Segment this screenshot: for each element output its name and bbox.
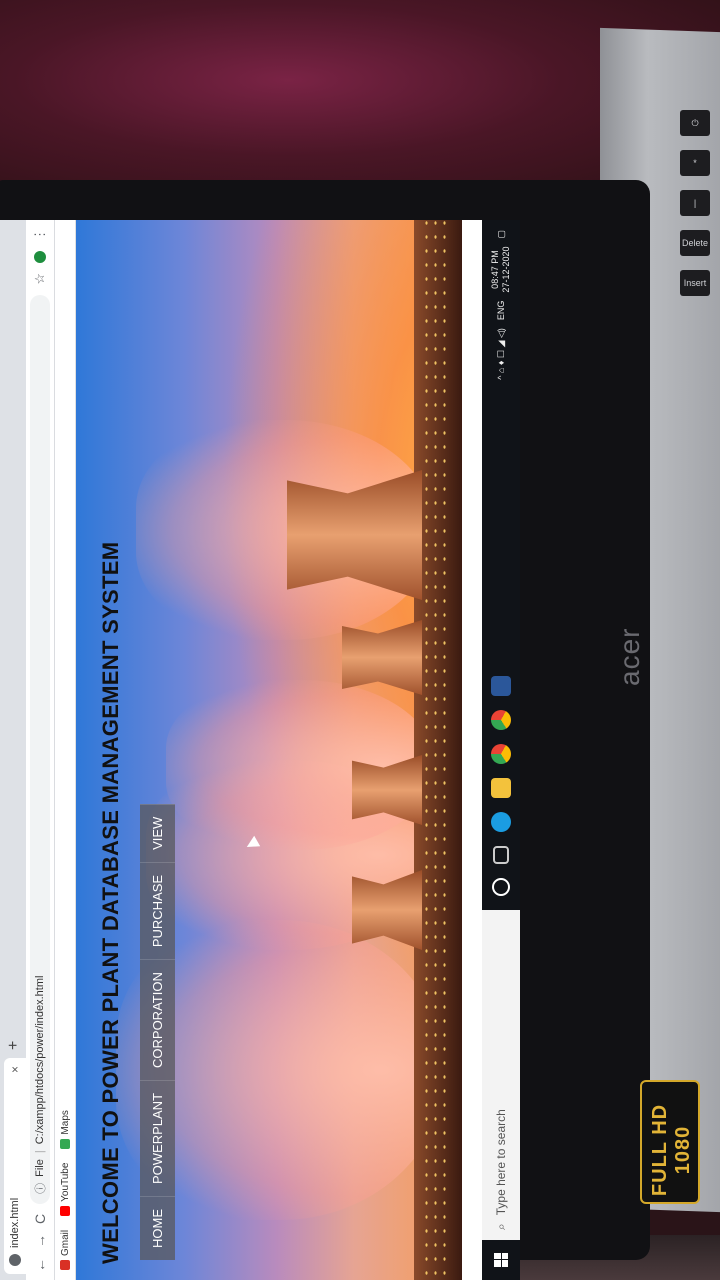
file-explorer-icon[interactable]: [491, 778, 511, 798]
language-indicator[interactable]: ENG: [496, 301, 506, 321]
nav-purchase[interactable]: PURCHASE: [140, 861, 175, 960]
page-content: WELCOME TO POWER PLANT DATABASE MANAGEME…: [76, 220, 462, 1280]
delete-key[interactable]: Delete: [680, 230, 710, 256]
edge-icon[interactable]: [491, 812, 511, 832]
city-lights: [422, 220, 452, 1280]
bookmark-maps[interactable]: Maps: [59, 1110, 71, 1149]
nav-powerplant[interactable]: POWERPLANT: [140, 1079, 175, 1196]
pinned-apps: [491, 676, 511, 910]
tab-strip: index.html × +: [0, 220, 26, 1280]
browser-menu-icon[interactable]: ⋮: [32, 228, 48, 241]
clock-time: 08:47 PM: [490, 250, 500, 289]
cooling-tower: [342, 620, 422, 695]
cortana-icon[interactable]: [492, 878, 510, 896]
nav-view[interactable]: VIEW: [140, 803, 175, 862]
word-icon[interactable]: [491, 676, 511, 696]
bookmark-gmail[interactable]: Gmail: [60, 1230, 71, 1270]
bookmark-label: Gmail: [59, 1229, 71, 1256]
clock-date: 27-12-2020: [501, 246, 511, 293]
brand-logo: acer: [614, 627, 645, 686]
new-tab-button[interactable]: +: [5, 1041, 26, 1050]
windows-taskbar: ⌕ Type here to search ^ ⌂ ♦ ☐ ◢ ◁) ENG 0…: [482, 220, 520, 1280]
address-scheme: File: [34, 1159, 46, 1177]
gmail-icon: [60, 1260, 70, 1270]
info-icon: ⓘ: [35, 1182, 47, 1194]
extension-icon[interactable]: [34, 251, 46, 263]
full-hd-badge: FULL HD 1080: [640, 1080, 700, 1204]
full-hd-badge-text: FULL HD 1080: [649, 1103, 694, 1197]
site-nav: HOME POWERPLANT CORPORATION PURCHASE VIE…: [140, 803, 175, 1260]
system-tray: ^ ⌂ ♦ ☐ ◢ ◁) ENG 08:47 PM 27-12-2020 ▢: [490, 220, 512, 380]
start-button[interactable]: [482, 1240, 520, 1280]
tray-icons[interactable]: ^ ⌂ ♦ ☐ ◢ ◁): [496, 328, 507, 380]
browser-toolbar: ← → C ⓘ File | C:/xampp/htdocs/power/ind…: [26, 220, 55, 1280]
globe-icon: [9, 1254, 21, 1266]
bookmark-label: Maps: [59, 1110, 71, 1135]
address-url: C:/xampp/htdocs/power/index.html: [34, 975, 46, 1145]
clock[interactable]: 08:47 PM 27-12-2020: [490, 247, 512, 293]
asterisk-key[interactable]: *: [680, 150, 710, 176]
close-tab-icon[interactable]: ×: [8, 1066, 22, 1073]
bookmark-star-icon[interactable]: ☆: [32, 273, 48, 285]
browser-tab[interactable]: index.html ×: [4, 1058, 26, 1274]
insert-key[interactable]: Insert: [680, 270, 710, 296]
bookmark-youtube[interactable]: YouTube: [60, 1163, 71, 1216]
notifications-icon[interactable]: ▢: [496, 230, 507, 239]
forward-icon[interactable]: →: [32, 1234, 48, 1248]
bookmark-label: YouTube: [59, 1162, 71, 1202]
power-key[interactable]: ⏻: [680, 110, 710, 136]
nav-corporation[interactable]: CORPORATION: [140, 959, 175, 1080]
reload-icon[interactable]: C: [32, 1214, 48, 1224]
windows-logo-icon: [494, 1253, 508, 1267]
chrome-icon[interactable]: [491, 710, 511, 730]
address-bar[interactable]: ⓘ File | C:/xampp/htdocs/power/index.htm…: [30, 294, 50, 1204]
task-view-icon[interactable]: [493, 846, 509, 864]
search-icon: ⌕: [493, 1223, 508, 1230]
pipe-key[interactable]: |: [680, 190, 710, 216]
back-icon[interactable]: ←: [32, 1258, 48, 1272]
nav-home[interactable]: HOME: [140, 1196, 175, 1260]
taskbar-search[interactable]: ⌕ Type here to search: [482, 910, 520, 1240]
page-title: WELCOME TO POWER PLANT DATABASE MANAGEME…: [98, 541, 123, 1264]
address-separator: |: [34, 1150, 46, 1154]
youtube-icon: [60, 1205, 70, 1216]
laptop-screen: index.html × + ← → C ⓘ File | C:/xampp/h…: [0, 220, 520, 1280]
keyboard-keys: ⏻ * | Delete Insert: [680, 110, 716, 310]
tab-title: index.html: [9, 1197, 21, 1248]
maps-icon: [60, 1138, 70, 1149]
bookmarks-bar: Gmail YouTube Maps: [55, 220, 76, 1280]
chrome-icon[interactable]: [491, 744, 511, 764]
search-placeholder: Type here to search: [494, 1109, 508, 1216]
